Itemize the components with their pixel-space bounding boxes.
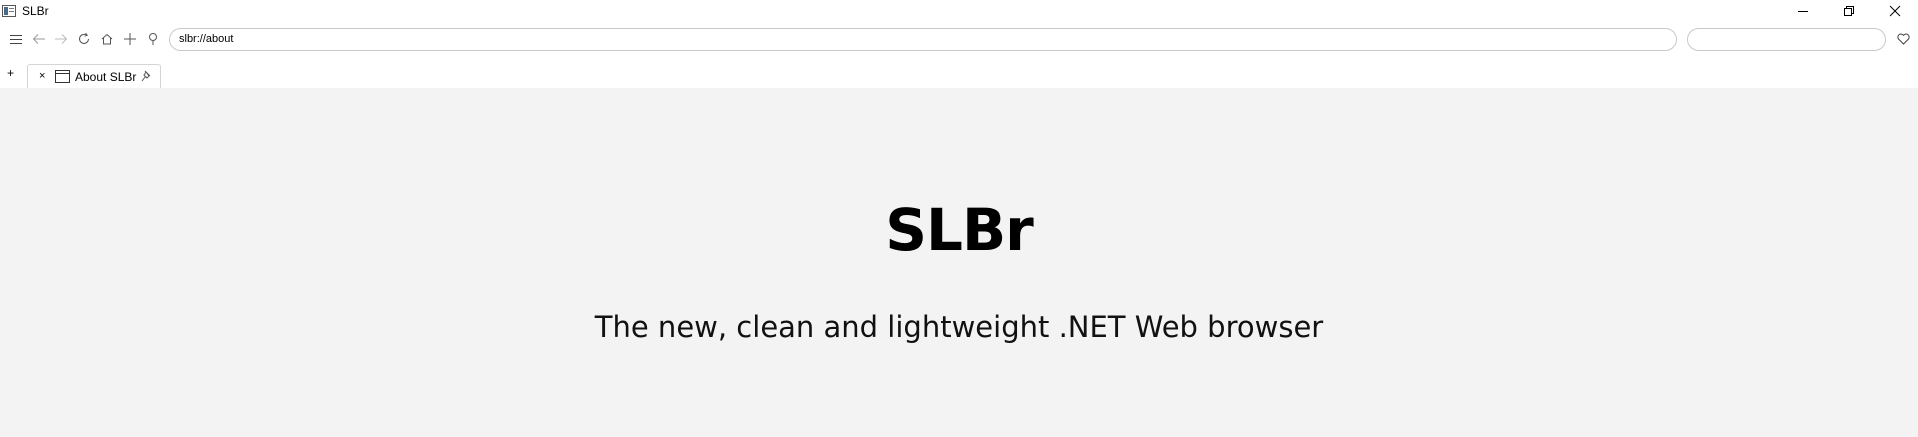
new-tab-button[interactable]: +: [7, 66, 14, 80]
reload-icon: [79, 32, 89, 44]
location-button[interactable]: [144, 30, 162, 48]
tab-about-slbr[interactable]: × About SLBr: [27, 64, 161, 89]
pin-icon[interactable]: [141, 70, 152, 83]
restore-icon: [1844, 6, 1854, 16]
restore-button[interactable]: [1826, 0, 1872, 22]
address-bar[interactable]: slbr://about: [169, 28, 1677, 51]
page-icon: [55, 70, 70, 83]
heart-icon: [1896, 33, 1910, 45]
add-icon: [124, 33, 136, 45]
back-icon: [32, 34, 45, 44]
window-title: SLBr: [22, 4, 49, 18]
favorite-button[interactable]: [1894, 30, 1912, 48]
minimize-icon: [1798, 11, 1808, 12]
add-button[interactable]: [121, 30, 139, 48]
location-pin-icon: [149, 33, 157, 45]
home-icon: [101, 33, 113, 45]
page-heading: SLBr: [885, 196, 1034, 264]
forward-icon: [55, 34, 68, 44]
search-input[interactable]: [1687, 28, 1886, 51]
tab-bar: [0, 62, 1918, 88]
forward-button[interactable]: [52, 30, 70, 48]
minimize-button[interactable]: [1780, 0, 1826, 22]
tab-close-button[interactable]: ×: [39, 70, 45, 82]
menu-icon: [10, 35, 22, 44]
back-button[interactable]: [30, 30, 48, 48]
app-icon: [2, 5, 16, 17]
menu-button[interactable]: [7, 30, 25, 48]
page-content: SLBr The new, clean and lightweight .NET…: [0, 88, 1918, 437]
tab-label: About SLBr: [75, 70, 137, 84]
page-subtitle: The new, clean and lightweight .NET Web …: [594, 310, 1324, 344]
title-bar: SLBr: [0, 0, 1918, 22]
reload-button[interactable]: [75, 30, 93, 48]
home-button[interactable]: [98, 30, 116, 48]
close-icon: [1889, 5, 1901, 17]
close-button[interactable]: [1872, 0, 1918, 22]
